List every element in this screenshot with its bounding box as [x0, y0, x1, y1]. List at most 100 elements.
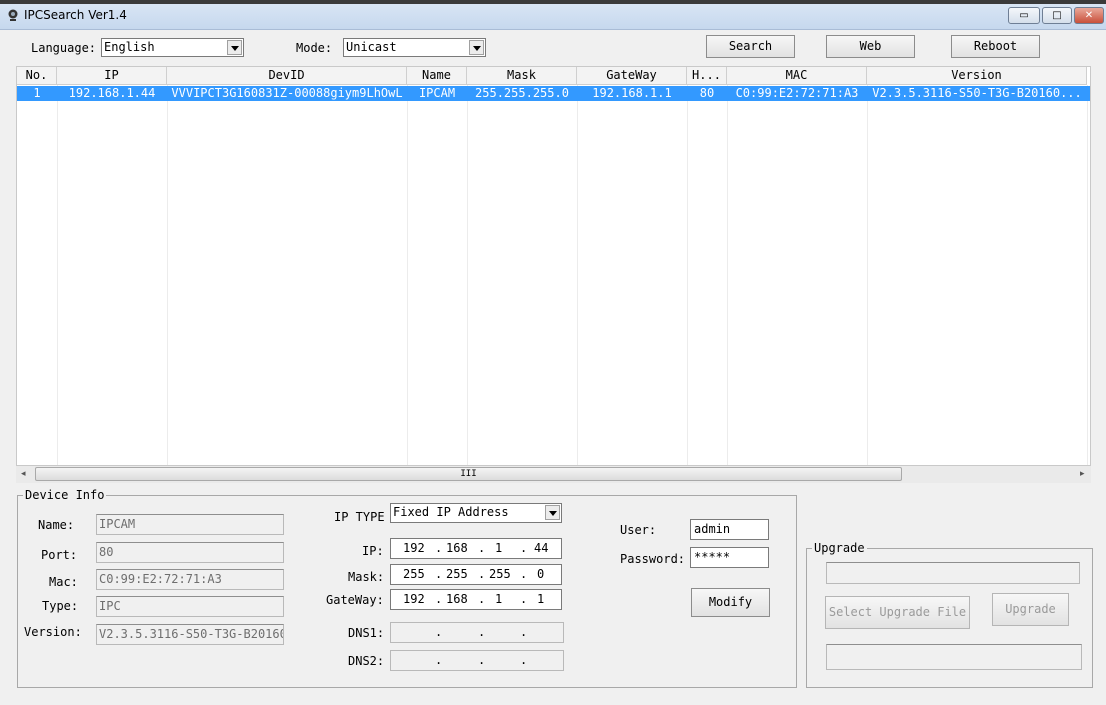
- ip-octet[interactable]: 44: [534, 541, 548, 555]
- mask-octet[interactable]: 0: [537, 567, 544, 581]
- mask-octet[interactable]: 255: [489, 567, 511, 581]
- window-title: IPCSearch Ver1.4: [24, 8, 127, 22]
- column-header-http-port[interactable]: H...: [687, 67, 727, 85]
- ip-label: IP:: [362, 544, 384, 558]
- upgrade-progress: [826, 644, 1082, 670]
- column-header-devid[interactable]: DevID: [167, 67, 407, 85]
- scrollbar-thumb[interactable]: III: [35, 467, 902, 481]
- mac-label: Mac:: [49, 575, 78, 589]
- gateway-octet[interactable]: 168: [446, 592, 468, 606]
- grid-line: [687, 85, 688, 465]
- background-strip: [0, 0, 1106, 4]
- mask-label: Mask:: [348, 570, 385, 584]
- ip-dot: .: [478, 541, 486, 555]
- ip-dot: .: [435, 541, 443, 555]
- mask-octet[interactable]: 255: [403, 567, 425, 581]
- horizontal-scrollbar[interactable]: ◂ III ▸: [16, 466, 1091, 483]
- ip-dot: .: [478, 567, 486, 581]
- close-icon: ✕: [1084, 10, 1094, 21]
- ip-octet[interactable]: 192: [403, 541, 425, 555]
- grip-icon: III: [460, 469, 477, 479]
- grid-line: [1087, 85, 1088, 465]
- title-bar: [0, 0, 1106, 30]
- type-label: Type:: [42, 599, 79, 613]
- column-header-mask[interactable]: Mask: [467, 67, 577, 85]
- ip-type-select[interactable]: Fixed IP Address: [390, 503, 562, 523]
- ip-dot: .: [435, 653, 443, 667]
- version-label: Version:: [24, 625, 82, 639]
- chevron-down-icon: [545, 505, 560, 520]
- column-header-mac[interactable]: MAC: [727, 67, 867, 85]
- scroll-right-icon[interactable]: ▸: [1080, 469, 1085, 479]
- modify-button[interactable]: Modify: [691, 588, 770, 617]
- minimize-icon: ▭: [1019, 10, 1029, 21]
- language-label: Language:: [31, 41, 97, 55]
- column-header-name[interactable]: Name: [407, 67, 467, 85]
- mask-octet[interactable]: 255: [446, 567, 468, 581]
- chevron-down-icon: [469, 40, 484, 55]
- table-cell: VVVIPCT3G160831Z-00088giym9LhOwL: [171, 86, 403, 100]
- mode-select[interactable]: Unicast: [343, 38, 486, 57]
- table-cell: C0:99:E2:72:71:A3: [735, 86, 859, 100]
- gateway-octet[interactable]: 1: [495, 592, 502, 606]
- close-button[interactable]: ✕: [1074, 7, 1104, 24]
- table-cell: 255.255.255.0: [475, 86, 569, 100]
- table-cell: 192.168.1.44: [68, 86, 156, 100]
- port-label: Port:: [41, 548, 78, 562]
- ip-dot: .: [520, 567, 528, 581]
- user-label: User:: [620, 523, 657, 537]
- reboot-button[interactable]: Reboot: [951, 35, 1040, 58]
- ip-dot: .: [435, 625, 443, 639]
- ip-type-value: Fixed IP Address: [393, 505, 509, 519]
- grid-line: [407, 85, 408, 465]
- grid-line: [167, 85, 168, 465]
- password-input[interactable]: *****: [690, 547, 769, 568]
- dns1-label: DNS1:: [348, 626, 385, 640]
- scroll-left-icon[interactable]: ◂: [21, 469, 26, 479]
- language-value: English: [104, 40, 155, 54]
- language-select[interactable]: English: [101, 38, 244, 57]
- grid-line: [467, 85, 468, 465]
- column-header-gateway[interactable]: GateWay: [577, 67, 687, 85]
- table-cell: V2.3.5.3116-S50-T3G-B20160...: [872, 86, 1082, 100]
- gateway-input[interactable]: 192 . 168 . 1 . 1: [390, 589, 562, 610]
- search-button[interactable]: Search: [706, 35, 795, 58]
- column-header-no[interactable]: No.: [17, 67, 57, 85]
- gateway-label: GateWay:: [326, 593, 384, 607]
- gateway-octet[interactable]: 192: [403, 592, 425, 606]
- grid-line: [727, 85, 728, 465]
- ip-octet[interactable]: 168: [446, 541, 468, 555]
- upgrade-button[interactable]: Upgrade: [992, 593, 1069, 626]
- column-header-version[interactable]: Version: [867, 67, 1087, 85]
- mask-input[interactable]: 255 . 255 . 255 . 0: [390, 564, 562, 585]
- upgrade-title: Upgrade: [812, 541, 867, 555]
- user-input[interactable]: admin: [690, 519, 769, 540]
- gateway-octet[interactable]: 1: [537, 592, 544, 606]
- ip-dot: .: [520, 541, 528, 555]
- device-table[interactable]: No. IP DevID Name Mask GateWay H... MAC …: [16, 66, 1091, 466]
- table-cell: IPCAM: [418, 86, 456, 100]
- column-header-ip[interactable]: IP: [57, 67, 167, 85]
- select-upgrade-file-button[interactable]: Select Upgrade File: [825, 596, 970, 629]
- ip-octet[interactable]: 1: [495, 541, 502, 555]
- minimize-button[interactable]: ▭: [1008, 7, 1040, 24]
- ip-address-input[interactable]: 192 . 168 . 1 . 44: [390, 538, 562, 559]
- dns1-input: . . .: [390, 622, 564, 643]
- dns2-label: DNS2:: [348, 654, 385, 668]
- version-field: V2.3.5.3116-S50-T3G-B20160: [96, 624, 284, 645]
- ip-type-label: IP TYPE: [334, 510, 385, 524]
- web-button[interactable]: Web: [826, 35, 915, 58]
- password-label: Password:: [620, 552, 686, 566]
- ip-dot: .: [520, 653, 528, 667]
- name-label: Name:: [38, 518, 75, 532]
- ip-dot: .: [435, 567, 443, 581]
- table-cell: 1: [33, 86, 41, 100]
- table-cell: 192.168.1.1: [592, 86, 672, 100]
- grid-line: [57, 85, 58, 465]
- maximize-button[interactable]: □: [1042, 7, 1072, 24]
- mode-label: Mode:: [296, 41, 333, 55]
- port-field: 80: [96, 542, 284, 563]
- ip-dot: .: [478, 653, 486, 667]
- app-camera-icon: [6, 8, 20, 22]
- chevron-down-icon: [227, 40, 242, 55]
